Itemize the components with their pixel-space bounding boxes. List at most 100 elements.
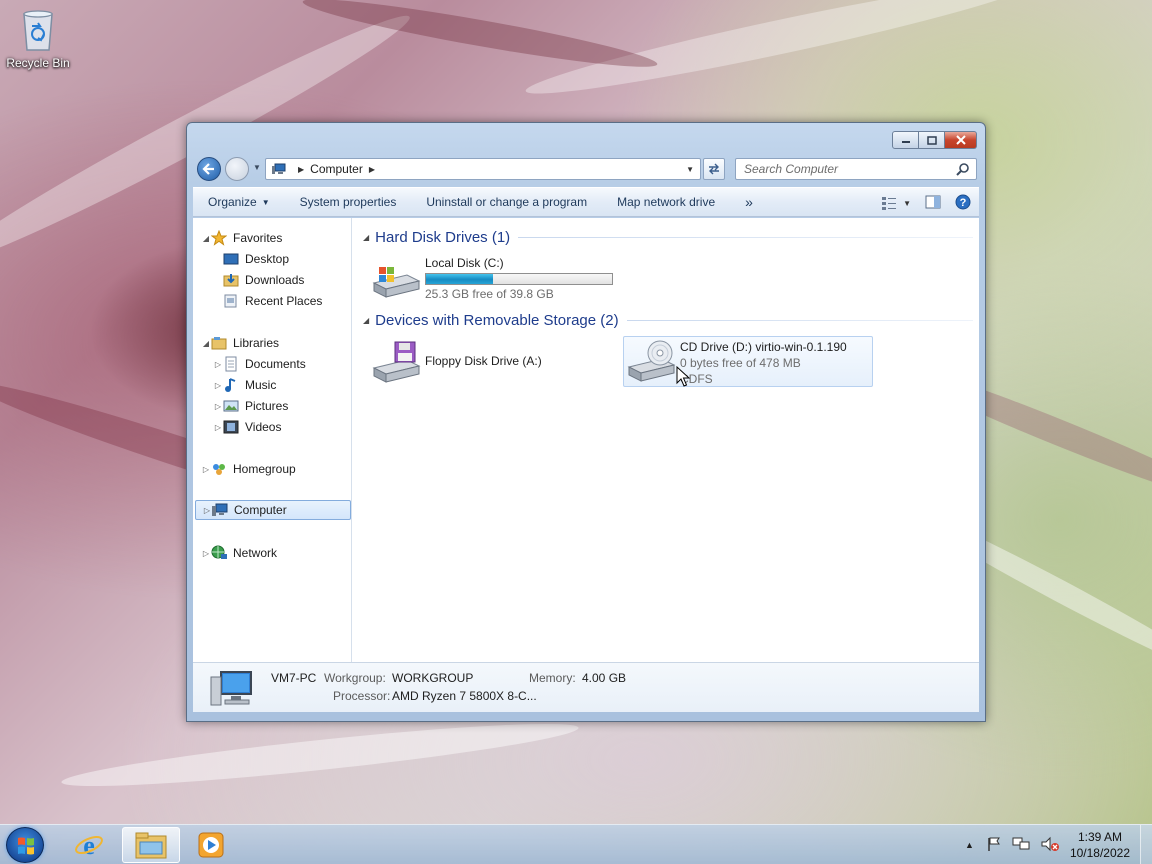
group-divider bbox=[626, 320, 973, 321]
back-button[interactable] bbox=[197, 157, 221, 181]
chevron-down-icon: ▼ bbox=[261, 197, 270, 207]
mouse-cursor-icon bbox=[676, 366, 690, 387]
homegroup-icon bbox=[211, 461, 227, 477]
nav-libraries[interactable]: ◢ Libraries bbox=[193, 333, 351, 353]
volume-muted-icon[interactable] bbox=[1040, 836, 1060, 855]
search-box[interactable] bbox=[735, 158, 977, 180]
nav-homegroup[interactable]: ▷ Homegroup bbox=[193, 459, 351, 479]
nav-computer[interactable]: ▷ Computer bbox=[195, 500, 351, 520]
drive-name: Floppy Disk Drive (A:) bbox=[425, 354, 542, 368]
desktop-icon-recycle-bin[interactable]: Recycle Bin bbox=[4, 6, 72, 70]
drive-free-space: 25.3 GB free of 39.8 GB bbox=[425, 287, 554, 301]
nav-label: Computer bbox=[234, 503, 287, 517]
minimize-button[interactable] bbox=[892, 131, 919, 149]
expanded-triangle-icon[interactable]: ◢ bbox=[201, 234, 211, 243]
forward-button[interactable] bbox=[225, 157, 249, 181]
nav-label: Pictures bbox=[245, 399, 289, 413]
drive-tile-c[interactable]: Local Disk (C:) 25.3 GB free of 39.8 GB bbox=[371, 255, 613, 302]
taskbar: e ▲ 1:39 AM 10/18/2022 bbox=[0, 824, 1152, 864]
cd-drive-icon bbox=[627, 340, 676, 382]
workgroup-value: WORKGROUP bbox=[392, 671, 474, 685]
organize-button[interactable]: Organize ▼ bbox=[193, 187, 285, 217]
nav-favorites[interactable]: ◢ Favorites bbox=[193, 228, 351, 248]
nav-downloads[interactable]: Downloads bbox=[193, 270, 351, 290]
collapsed-triangle-icon[interactable]: ▷ bbox=[201, 549, 211, 558]
expanded-triangle-icon[interactable]: ◢ bbox=[363, 233, 369, 242]
address-bar[interactable]: ▶ Computer ▶ ▼ bbox=[265, 158, 701, 180]
nav-videos[interactable]: ▷ Videos bbox=[193, 417, 351, 437]
explorer-window: ▼ ▶ Computer ▶ ▼ Organize ▼ System proper… bbox=[186, 122, 986, 722]
system-properties-button[interactable]: System properties bbox=[285, 187, 412, 217]
nav-desktop[interactable]: Desktop bbox=[193, 249, 351, 269]
computer-name: VM7-PC bbox=[271, 671, 317, 685]
preview-pane-button[interactable] bbox=[925, 195, 941, 212]
nav-recent-places[interactable]: Recent Places bbox=[193, 291, 351, 311]
drive-tile-d[interactable]: CD Drive (D:) virtio-win-0.1.190 0 bytes… bbox=[623, 336, 873, 387]
more-commands-button[interactable]: » bbox=[730, 187, 768, 217]
collapsed-triangle-icon[interactable]: ▷ bbox=[213, 360, 223, 369]
taskbar-windows-explorer[interactable] bbox=[122, 827, 180, 863]
group-header-hard-disk[interactable]: ◢ Hard Disk Drives (1) bbox=[363, 229, 973, 246]
svg-text:?: ? bbox=[960, 197, 967, 209]
computer-large-icon bbox=[210, 671, 252, 706]
taskbar-internet-explorer[interactable]: e bbox=[60, 827, 118, 863]
clock[interactable]: 1:39 AM 10/18/2022 bbox=[1070, 829, 1130, 861]
window-body: ◢ Favorites Desktop Downloads Recent Pla… bbox=[193, 218, 979, 662]
show-desktop-button[interactable] bbox=[1140, 825, 1152, 864]
recent-places-icon bbox=[223, 293, 239, 309]
processor-label: Processor: bbox=[333, 689, 391, 703]
taskbar-media-player[interactable] bbox=[182, 827, 240, 863]
address-dropdown[interactable]: ▼ bbox=[686, 165, 694, 174]
uninstall-program-button[interactable]: Uninstall or change a program bbox=[411, 187, 602, 217]
search-icon bbox=[956, 163, 969, 176]
breadcrumb-separator[interactable]: ▶ bbox=[298, 165, 304, 174]
start-button[interactable] bbox=[6, 827, 44, 863]
drive-tile-a[interactable]: Floppy Disk Drive (A:) bbox=[371, 340, 542, 386]
nav-label: Documents bbox=[245, 357, 306, 371]
maximize-button[interactable] bbox=[919, 131, 945, 149]
map-network-drive-button[interactable]: Map network drive bbox=[602, 187, 730, 217]
change-view-button[interactable]: ▼ bbox=[881, 196, 911, 210]
desktop-icon-label: Recycle Bin bbox=[6, 56, 70, 70]
show-hidden-icons-button[interactable]: ▲ bbox=[965, 840, 974, 850]
group-header-removable[interactable]: ◢ Devices with Removable Storage (2) bbox=[363, 312, 973, 329]
expanded-triangle-icon[interactable]: ◢ bbox=[201, 339, 211, 348]
nav-label: Favorites bbox=[233, 231, 283, 245]
group-divider bbox=[518, 237, 973, 238]
search-input[interactable] bbox=[744, 162, 944, 176]
star-icon bbox=[211, 230, 227, 246]
nav-network[interactable]: ▷ Network bbox=[193, 543, 351, 563]
desktop-folder-icon bbox=[223, 251, 239, 267]
breadcrumb-separator[interactable]: ▶ bbox=[369, 165, 375, 174]
nav-music[interactable]: ▷ Music bbox=[193, 375, 351, 395]
collapsed-triangle-icon[interactable]: ▷ bbox=[213, 402, 223, 411]
navigation-bar: ▼ ▶ Computer ▶ ▼ bbox=[195, 155, 977, 183]
media-player-icon bbox=[198, 832, 224, 858]
help-button[interactable]: ? bbox=[955, 194, 971, 213]
collapsed-triangle-icon[interactable]: ▷ bbox=[201, 465, 211, 474]
collapsed-triangle-icon[interactable]: ▷ bbox=[202, 506, 212, 515]
collapsed-triangle-icon[interactable]: ▷ bbox=[213, 423, 223, 432]
close-button[interactable] bbox=[945, 131, 977, 149]
content-pane: ◢ Hard Disk Drives (1) Local Disk (C:) 2… bbox=[353, 218, 979, 662]
disk-usage-bar bbox=[425, 273, 613, 285]
network-status-icon[interactable] bbox=[1012, 836, 1030, 855]
recent-pages-dropdown[interactable]: ▼ bbox=[253, 163, 261, 172]
action-center-flag-icon[interactable] bbox=[986, 836, 1002, 855]
maximize-icon bbox=[926, 135, 937, 145]
refresh-button[interactable] bbox=[703, 158, 725, 180]
windows-logo-icon bbox=[18, 837, 34, 855]
recycle-bin-icon bbox=[23, 10, 53, 51]
breadcrumb-computer[interactable]: Computer bbox=[310, 162, 363, 176]
collapsed-triangle-icon[interactable]: ▷ bbox=[213, 381, 223, 390]
internet-explorer-icon: e bbox=[75, 831, 103, 860]
group-title: Devices with Removable Storage (2) bbox=[375, 312, 619, 329]
nav-pictures[interactable]: ▷ Pictures bbox=[193, 396, 351, 416]
chevron-down-icon: ▼ bbox=[903, 198, 911, 208]
nav-label: Downloads bbox=[245, 273, 305, 287]
nav-documents[interactable]: ▷ Documents bbox=[193, 354, 351, 374]
drive-name: Local Disk (C:) bbox=[425, 256, 504, 270]
nav-label: Network bbox=[233, 546, 278, 560]
navigation-pane: ◢ Favorites Desktop Downloads Recent Pla… bbox=[193, 218, 352, 662]
expanded-triangle-icon[interactable]: ◢ bbox=[363, 316, 369, 325]
